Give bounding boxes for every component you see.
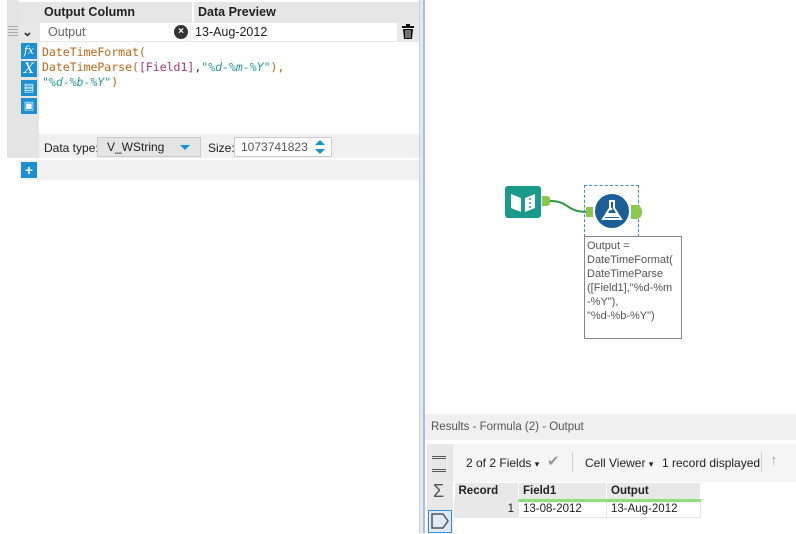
fields-dropdown[interactable]: 2 of 2 Fields ▾: [466, 456, 539, 470]
expression-text[interactable]: DateTimeFormat( DateTimeParse([Field1],"…: [42, 45, 284, 90]
function-icon[interactable]: fx: [21, 43, 37, 59]
tag-view-icon[interactable]: [428, 510, 452, 533]
code-token: DateTimeParse(: [42, 60, 139, 74]
size-input[interactable]: 1073741823: [234, 137, 332, 157]
data-type-value: V_WString: [107, 140, 165, 154]
checkmark-icon[interactable]: ✔: [547, 452, 560, 470]
stepper-down-icon[interactable]: [315, 149, 325, 154]
row-drag-handle[interactable]: [7, 0, 19, 158]
code-token: ): [111, 75, 119, 89]
arrow-up-icon[interactable]: ↑: [770, 452, 778, 469]
toolbar-divider: [761, 452, 762, 472]
size-label: Size:: [208, 141, 235, 155]
formula-output-anchor[interactable]: [631, 205, 642, 219]
table-cell[interactable]: 13-Aug-2012: [606, 499, 701, 518]
input-tool-icon[interactable]: [505, 186, 541, 221]
code-token: [Field1]: [138, 60, 195, 74]
side-strip: [0, 0, 7, 533]
stepper-up-icon[interactable]: [315, 140, 325, 145]
fields-label: 2 of 2 Fields: [466, 456, 532, 470]
add-row-bar: [19, 160, 419, 180]
record-cell[interactable]: 1: [454, 499, 519, 518]
data-preview-value: 13-Aug-2012: [191, 23, 397, 41]
code-token: DateTimeFormat(: [42, 45, 146, 59]
tool-annotation: Output = DateTimeFormat( DateTimeParse (…: [584, 236, 682, 339]
variable-icon[interactable]: X: [21, 61, 37, 77]
clear-icon[interactable]: ×: [174, 25, 188, 39]
formula-tool-icon[interactable]: [595, 194, 629, 231]
column-header[interactable]: Output: [606, 483, 701, 502]
save-icon[interactable]: ▣: [21, 98, 37, 114]
table-row: 1 13-08-2012 13-Aug-2012: [454, 499, 701, 518]
code-token: "%d-%b-%Y": [42, 75, 112, 89]
code-token: "%d-%m-%Y": [201, 60, 271, 74]
add-formula-button[interactable]: +: [21, 162, 37, 178]
cell-viewer-label: Cell Viewer: [585, 456, 646, 470]
column-header[interactable]: Field1: [518, 483, 607, 502]
table-cell[interactable]: 13-08-2012: [518, 499, 607, 518]
data-type-select[interactable]: V_WString: [97, 137, 201, 157]
column-header[interactable]: Record: [454, 483, 519, 500]
size-value: 1073741823: [241, 140, 308, 154]
chevron-down-icon[interactable]: ⌄: [22, 24, 33, 40]
trash-icon[interactable]: [402, 24, 414, 42]
results-table: Record Field1 Output 1 13-08-2012 13-Aug…: [454, 483, 701, 518]
toolbar-divider: [572, 452, 573, 472]
input-anchor[interactable]: [586, 207, 593, 217]
output-column-input[interactable]: Output: [40, 23, 190, 41]
data-preview-header: Data Preview: [192, 2, 397, 22]
code-token: ),: [270, 60, 285, 74]
dropdown-caret-icon: [180, 145, 190, 150]
column-header-row: Output Column Data Preview: [19, 2, 419, 22]
metadata-icon[interactable]: Σ: [433, 481, 444, 502]
table-view-icon[interactable]: [432, 456, 446, 472]
open-folder-icon[interactable]: ▤: [21, 80, 37, 96]
table-header-row: Record Field1 Output: [454, 483, 701, 502]
records-count: 1 record displayed: [662, 456, 761, 470]
data-type-label: Data type:: [44, 141, 99, 155]
cell-viewer-dropdown[interactable]: Cell Viewer ▾: [585, 456, 653, 470]
output-anchor[interactable]: [542, 196, 550, 206]
output-column-header: Output Column: [40, 2, 190, 22]
results-title: Results - Formula (2) - Output: [425, 414, 796, 440]
results-side-toolbar: Σ: [427, 444, 453, 533]
